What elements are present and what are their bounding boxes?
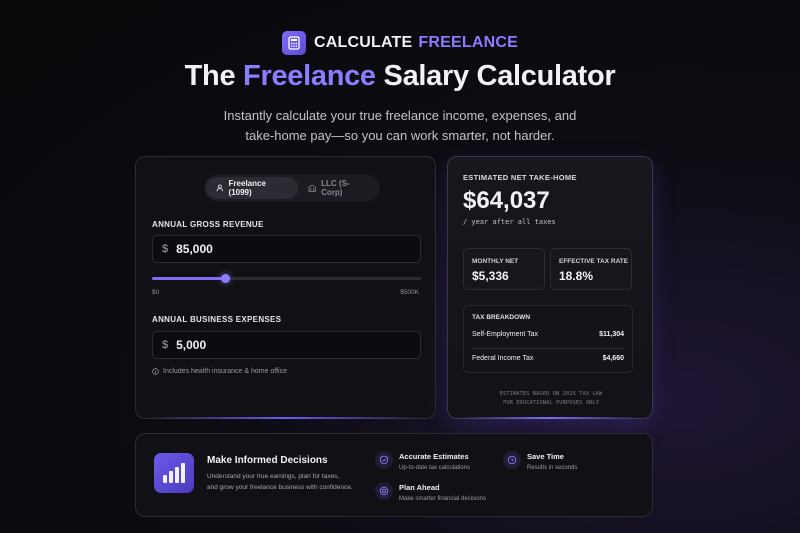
building-icon: [308, 184, 316, 192]
brand-name: CALCULATE FREELANCE: [314, 34, 518, 52]
title-pre: The: [184, 60, 236, 92]
title-accent: Freelance: [243, 60, 376, 92]
breakdown-row: Self-Employment Tax $11,304: [472, 327, 624, 341]
subtitle-line-1: Instantly calculate your true freelance …: [223, 108, 577, 123]
expenses-currency: $: [162, 339, 169, 351]
slider-thumb[interactable]: [220, 274, 230, 283]
net-take-home-label: ESTIMATED NET TAKE-HOME: [463, 173, 577, 182]
tax-rate-stat: EFFECTIVE TAX RATE 18.8%: [550, 248, 632, 290]
brand-name-main: CALCULATE: [314, 34, 413, 51]
revenue-value: 85,000: [176, 242, 213, 256]
feature-plan-ahead: Plan Ahead Make smarter financial decisi…: [375, 482, 486, 502]
results-card: ESTIMATED NET TAKE-HOME $64,037 / year a…: [447, 156, 653, 419]
breakdown-row-amount: $4,660: [602, 354, 624, 362]
revenue-currency: $: [162, 243, 169, 255]
clock-icon: [503, 451, 521, 469]
monthly-net-value: $5,336: [472, 269, 509, 283]
expenses-label: ANNUAL BUSINESS EXPENSES: [152, 315, 282, 324]
feature-accurate-estimates: Accurate Estimates Up-to-date tax calcul…: [375, 451, 470, 471]
tab-llc[interactable]: LLC (S-Corp): [298, 177, 378, 199]
bar-chart-icon: [154, 453, 194, 493]
person-icon: [216, 184, 224, 192]
feature-desc: Results in seconds: [527, 465, 578, 471]
revenue-label: ANNUAL GROSS REVENUE: [152, 220, 264, 229]
entity-toggle: Freelance (1099) LLC (S-Corp): [204, 175, 380, 201]
page-title: The Freelance Salary Calculator: [0, 60, 800, 93]
info-desc-line-2: and grow your freelance business with co…: [207, 484, 353, 491]
page-subtitle: Instantly calculate your true freelance …: [0, 106, 800, 146]
net-take-home-value: $64,037: [463, 187, 550, 214]
slider-min-label: $0: [152, 289, 160, 296]
slider-max-label: $500K: [400, 289, 419, 296]
breakdown-row-label: Self-Employment Tax: [472, 330, 539, 338]
feature-desc: Make smarter financial decisions: [399, 496, 487, 502]
monthly-net-label: MONTHLY NET: [472, 258, 519, 265]
title-post: Salary Calculator: [383, 60, 616, 92]
info-desc-line-1: Understand your true earnings, plan for …: [207, 473, 340, 480]
brand-name-accent: FREELANCE: [418, 34, 518, 51]
feature-save-time: Save Time Results in seconds: [503, 451, 577, 471]
feature-desc: Up-to-date tax calculations: [399, 465, 471, 471]
disclaimer-line-1: ESTIMATES BASED ON 2025 TAX LAW: [499, 391, 603, 397]
revenue-input[interactable]: $ 85,000: [152, 235, 421, 263]
monthly-net-stat: MONTHLY NET $5,336: [463, 248, 545, 290]
net-take-home-sub: / year after all taxes: [463, 218, 556, 226]
revenue-slider[interactable]: [152, 274, 421, 283]
info-description: Understand your true earnings, plan for …: [207, 471, 377, 493]
target-icon: [375, 482, 393, 500]
slider-fill: [152, 277, 225, 280]
divider: [472, 348, 624, 349]
tab-llc-label: LLC (S-Corp): [321, 179, 350, 197]
brand-header: CALCULATE FREELANCE: [0, 31, 800, 55]
info-title: Make Informed Decisions: [207, 455, 328, 466]
calculator-card: Freelance (1099) LLC (S-Corp) ANNUAL GRO…: [135, 156, 436, 419]
shield-check-icon: [375, 451, 393, 469]
feature-title: Save Time: [527, 452, 564, 461]
calculator-icon: [282, 31, 306, 55]
tax-breakdown-title: TAX BREAKDOWN: [472, 314, 531, 321]
tax-rate-label: EFFECTIVE TAX RATE: [559, 258, 629, 265]
tax-breakdown: TAX BREAKDOWN Self-Employment Tax $11,30…: [463, 305, 633, 373]
expenses-input[interactable]: $ 5,000: [152, 331, 421, 359]
breakdown-row-label: Federal Income Tax: [472, 354, 534, 362]
disclaimer-line-2: FOR EDUCATIONAL PURPOSES ONLY: [502, 400, 600, 406]
tax-rate-value: 18.8%: [559, 269, 594, 283]
info-card: Make Informed Decisions Understand your …: [135, 433, 653, 517]
disclaimer: ESTIMATES BASED ON 2025 TAX LAW FOR EDUC…: [448, 390, 654, 408]
tab-freelance-label: Freelance (1099): [228, 179, 266, 197]
expenses-hint-text: Includes health insurance & home office: [163, 368, 288, 375]
feature-title: Plan Ahead: [399, 483, 440, 492]
breakdown-row: Federal Income Tax $4,660: [472, 351, 624, 365]
info-icon: [152, 368, 159, 375]
subtitle-line-2: take-home pay—so you can work smarter, n…: [245, 128, 555, 143]
expenses-value: 5,000: [176, 338, 207, 352]
tab-freelance[interactable]: Freelance (1099): [206, 177, 298, 199]
breakdown-row-amount: $11,304: [599, 330, 624, 338]
feature-title: Accurate Estimates: [399, 452, 469, 461]
expenses-hint: Includes health insurance & home office: [152, 368, 287, 375]
